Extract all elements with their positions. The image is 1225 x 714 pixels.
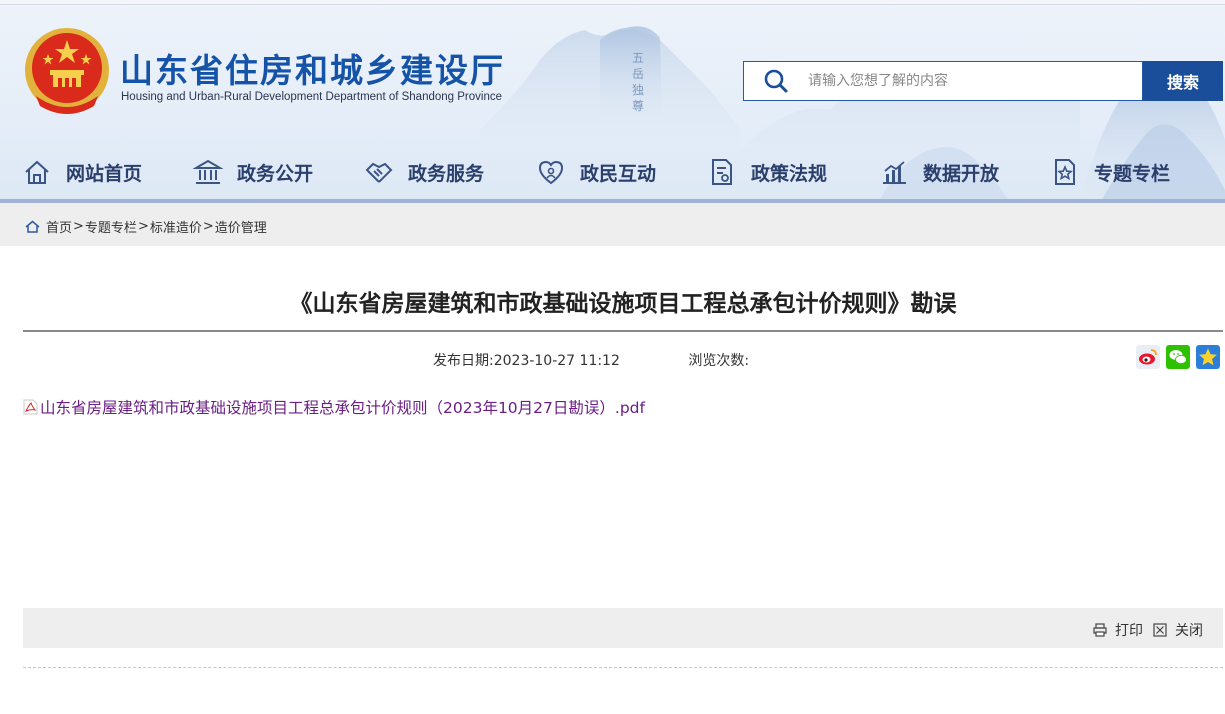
nav-item-special[interactable]: 专题专栏 <box>1050 150 1170 194</box>
nav-label-gov-affairs: 政务公开 <box>237 162 314 185</box>
views-label: 浏览次数: <box>688 353 750 369</box>
publish-date: 2023-10-27 11:12 <box>493 353 620 369</box>
building-icon <box>193 159 223 184</box>
search-bar: 搜索 <box>743 61 1223 101</box>
article-toolbar: 打印 关闭 <box>23 608 1223 648</box>
home-icon <box>25 220 40 233</box>
national-emblem-icon <box>25 28 109 114</box>
heart-people-icon <box>538 160 564 185</box>
attachment-link[interactable]: 山东省房屋建筑和市政基础设施项目工程总承包计价规则（2023年10月27日勘误）… <box>40 396 645 418</box>
wechat-icon[interactable] <box>1166 345 1190 369</box>
site-header: 五 岳 独 尊 山东省住房和城乡建设厅 Housing and Urban-Ru… <box>0 0 1225 203</box>
handshake-icon <box>365 162 393 183</box>
article-meta: 发布日期:2023-10-27 11:12 浏览次数: <box>433 350 749 370</box>
close-button[interactable]: 关闭 <box>1153 620 1203 640</box>
print-label: 打印 <box>1115 623 1143 639</box>
attachment-row: 山东省房屋建筑和市政基础设施项目工程总承包计价规则（2023年10月27日勘误）… <box>23 396 645 418</box>
breadcrumb-bar: 首页 > 专题专栏 > 标准造价 > 造价管理 <box>0 203 1225 246</box>
nav-item-home[interactable]: 网站首页 <box>22 150 142 194</box>
article-title: 《山东省房屋建筑和市政基础设施项目工程总承包计价规则》勘误 <box>289 291 957 317</box>
breadcrumb-cost-management[interactable]: 造价管理 <box>215 217 267 236</box>
breadcrumb: 首页 > 专题专栏 > 标准造价 > 造价管理 <box>25 217 267 236</box>
nav-label-data: 数据开放 <box>923 162 1000 185</box>
breadcrumb-home[interactable]: 首页 <box>46 217 72 236</box>
breadcrumb-separator: > <box>73 219 84 234</box>
printer-icon <box>1093 623 1107 637</box>
nav-item-data[interactable]: 数据开放 <box>879 150 999 194</box>
nav-item-interaction[interactable]: 政民互动 <box>536 150 656 194</box>
footer-divider <box>23 667 1223 668</box>
chart-icon <box>883 161 906 184</box>
nav-item-policy[interactable]: 政策法规 <box>707 150 827 194</box>
share-buttons <box>1130 345 1220 369</box>
close-icon <box>1153 623 1167 637</box>
nav-label-home: 网站首页 <box>66 162 143 185</box>
nav-item-gov-affairs[interactable]: 政务公开 <box>193 150 313 194</box>
breadcrumb-separator: > <box>202 219 214 234</box>
site-subtitle: Housing and Urban-Rural Development Depa… <box>121 91 502 103</box>
qzone-icon[interactable] <box>1196 345 1220 369</box>
nav-label-gov-service: 政务服务 <box>408 162 485 185</box>
title-divider <box>23 330 1223 332</box>
search-box <box>743 61 1143 101</box>
nav-label-interaction: 政民互动 <box>580 162 657 185</box>
svg-text:尊: 尊 <box>632 98 644 113</box>
svg-text:五: 五 <box>632 51 644 65</box>
page-tools: 打印 关闭 <box>1083 620 1203 640</box>
svg-text:岳: 岳 <box>632 67 644 81</box>
search-input[interactable] <box>808 73 1128 89</box>
star-file-icon <box>1055 159 1075 185</box>
search-button[interactable]: 搜索 <box>1143 61 1223 101</box>
breadcrumb-standard-cost[interactable]: 标准造价 <box>150 217 202 236</box>
pdf-icon <box>23 399 38 415</box>
breadcrumb-separator: > <box>137 219 149 234</box>
print-button[interactable]: 打印 <box>1093 620 1143 640</box>
document-icon <box>712 159 732 185</box>
weibo-icon[interactable] <box>1136 345 1160 369</box>
nav-label-special: 专题专栏 <box>1094 162 1171 185</box>
nav-item-gov-service[interactable]: 政务服务 <box>364 150 484 194</box>
nav-label-policy: 政策法规 <box>751 162 828 185</box>
breadcrumb-special[interactable]: 专题专栏 <box>85 217 137 236</box>
search-icon <box>744 62 808 100</box>
main-nav: 网站首页 政务公开 政务服务 政民互动 政策法规 数据开放 专题专栏 <box>0 150 1225 194</box>
site-title: 山东省住房和城乡建设厅 <box>120 51 505 90</box>
publish-label: 发布日期: <box>433 353 494 369</box>
close-label: 关闭 <box>1175 623 1203 639</box>
svg-text:独: 独 <box>632 83 644 97</box>
home-icon <box>25 160 49 184</box>
